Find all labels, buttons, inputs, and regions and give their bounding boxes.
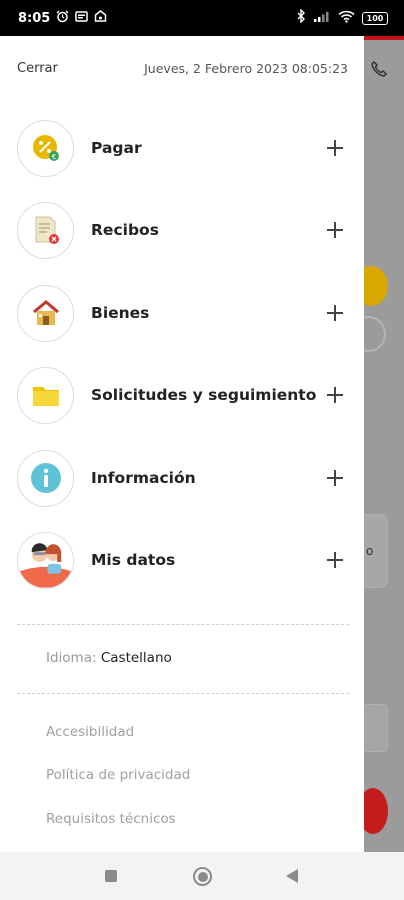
menu-item-bienes[interactable]: Bienes — [0, 272, 364, 354]
language-selector[interactable]: Idioma: Castellano — [46, 650, 172, 666]
link-requisitos-tecnicos[interactable]: Requisitos técnicos — [46, 811, 176, 827]
menu-item-label: Mis datos — [91, 551, 176, 569]
menu-item-label: Solicitudes y seguimiento — [91, 386, 317, 404]
expand-plus-icon[interactable] — [327, 387, 343, 403]
menu-item-mis-datos[interactable]: Mis datos — [0, 519, 364, 601]
battery-icon: 100 — [362, 11, 388, 25]
background-header-accent — [364, 36, 404, 40]
pay-icon: € — [17, 119, 74, 177]
expand-plus-icon[interactable] — [327, 140, 343, 156]
alarm-icon — [56, 10, 69, 27]
info-icon — [17, 449, 74, 507]
background-app-overlay[interactable]: o — [364, 36, 404, 852]
menu-item-pagar[interactable]: € Pagar — [0, 107, 364, 189]
wifi-icon — [338, 10, 355, 27]
system-navigation-bar — [0, 852, 404, 900]
status-bar: 8:05 100 — [0, 0, 404, 36]
link-politica-privacidad[interactable]: Política de privacidad — [46, 767, 190, 783]
expand-plus-icon[interactable] — [327, 305, 343, 321]
menu-item-recibos[interactable]: Recibos — [0, 189, 364, 271]
recents-button[interactable] — [105, 870, 117, 882]
current-datetime: Jueves, 2 Febrero 2023 08:05:23 — [144, 60, 348, 76]
home-button[interactable] — [193, 867, 212, 886]
user-data-icon — [17, 531, 74, 589]
menu-item-solicitudes[interactable]: Solicitudes y seguimiento — [0, 354, 364, 436]
menu-item-label: Bienes — [91, 304, 150, 322]
language-label: Idioma: — [46, 650, 97, 666]
section-divider — [17, 624, 349, 625]
signal-icon — [313, 10, 331, 26]
expand-plus-icon[interactable] — [327, 222, 343, 238]
notification-icon — [75, 10, 89, 26]
background-card-2 — [364, 704, 388, 752]
close-button[interactable]: Cerrar — [17, 61, 58, 76]
background-yellow-button — [364, 266, 388, 306]
house-icon — [17, 284, 74, 342]
link-accesibilidad[interactable]: Accesibilidad — [46, 724, 134, 740]
status-time: 8:05 — [18, 10, 51, 26]
section-divider — [17, 693, 349, 694]
menu-item-label: Recibos — [91, 221, 159, 239]
back-button[interactable] — [286, 869, 298, 883]
background-partial-text: o — [366, 544, 374, 558]
app-icon — [94, 9, 107, 27]
drawer-header: Cerrar Jueves, 2 Febrero 2023 08:05:23 — [0, 36, 364, 100]
background-red-fab — [364, 788, 388, 834]
folder-icon — [17, 366, 74, 424]
expand-plus-icon[interactable] — [327, 470, 343, 486]
menu-item-label: Información — [91, 469, 196, 487]
svg-text:€: € — [51, 153, 55, 161]
navigation-drawer: Cerrar Jueves, 2 Febrero 2023 08:05:23 €… — [0, 36, 364, 852]
menu-item-informacion[interactable]: Información — [0, 437, 364, 519]
expand-plus-icon[interactable] — [327, 552, 343, 568]
phone-icon — [370, 60, 388, 83]
menu-item-label: Pagar — [91, 139, 142, 157]
background-ring — [364, 316, 386, 352]
battery-level: 100 — [366, 13, 384, 23]
bluetooth-icon — [297, 8, 306, 27]
receipt-icon — [17, 201, 74, 259]
language-value: Castellano — [100, 650, 172, 666]
